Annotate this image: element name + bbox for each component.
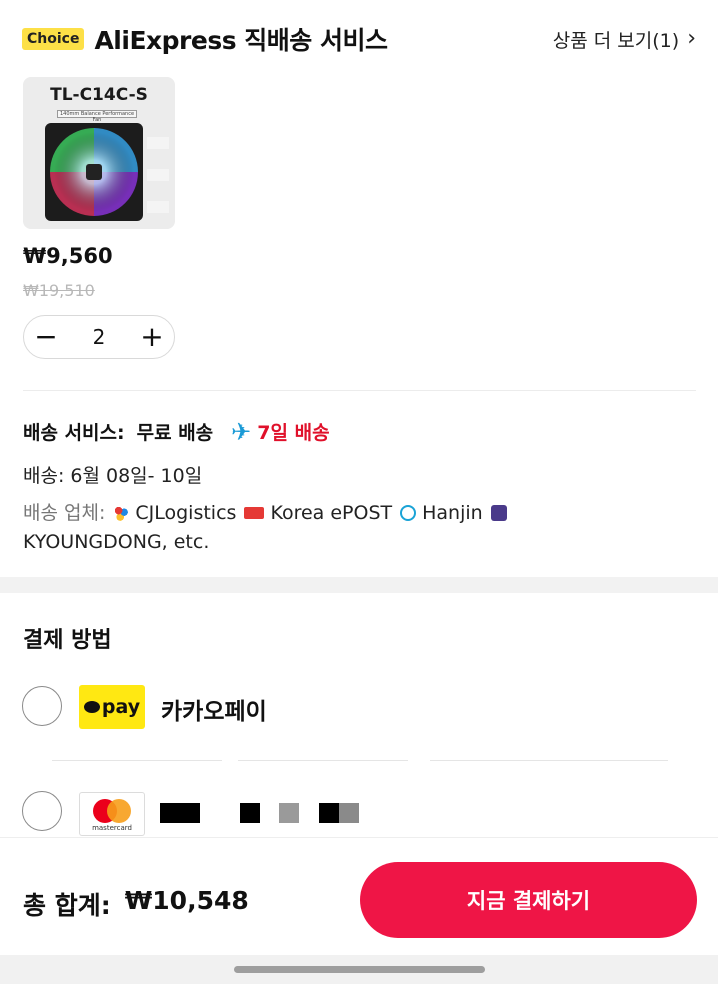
chat-bubble-icon bbox=[83, 701, 100, 713]
kakaopay-label[interactable]: 카카오페이 bbox=[161, 692, 267, 726]
divider bbox=[52, 760, 222, 761]
masked-card-number bbox=[339, 803, 359, 823]
shipping-service-row: 배송 서비스: 무료 배송 ✈ 7일 배송 bbox=[23, 418, 330, 445]
section-separator bbox=[0, 577, 718, 593]
kakaopay-logo: pay bbox=[79, 685, 145, 729]
delivery-date: 배송: 6월 08일- 10일 bbox=[23, 465, 203, 487]
decrement-button[interactable]: − bbox=[34, 323, 58, 351]
choice-badge: Choice bbox=[22, 28, 85, 50]
masked-card-number bbox=[240, 803, 260, 823]
mastercard-orange-circle bbox=[107, 799, 131, 823]
carrier-name: CJLogistics bbox=[135, 502, 237, 524]
shipping-service-label: 배송 서비스: bbox=[23, 422, 125, 444]
masked-card-number bbox=[279, 803, 299, 823]
kakaopay-logo-text: pay bbox=[101, 696, 141, 718]
product-subtitle-text: 140mm Balance Performance Fan bbox=[57, 110, 137, 123]
korea-post-icon bbox=[244, 507, 265, 519]
total-label: 총 합계: bbox=[23, 891, 111, 920]
divider bbox=[238, 760, 408, 761]
product-model-text: TL-C14C-S bbox=[50, 85, 148, 105]
divider bbox=[23, 390, 696, 391]
hanjin-icon bbox=[400, 505, 417, 521]
increment-button[interactable]: + bbox=[140, 323, 164, 351]
store-header: Choice AliExpress 직배송 서비스 상품 더 보기(1) › bbox=[22, 22, 696, 56]
divider bbox=[430, 760, 668, 761]
carriers-label: 배송 업체: bbox=[23, 502, 106, 524]
home-gesture-handle[interactable] bbox=[234, 966, 485, 973]
mastercard-logo-text: mastercard bbox=[92, 824, 132, 832]
masked-card-number bbox=[319, 803, 339, 823]
order-total: 총 합계: ₩10,548 bbox=[23, 886, 249, 922]
cj-logistics-icon bbox=[113, 505, 130, 521]
carriers-list: 배송 업체: CJLogistics Korea ePOST Hanjin KYOUNG… bbox=[23, 499, 643, 557]
quantity-value: 2 bbox=[92, 325, 106, 349]
carrier-name: Hanjin bbox=[422, 502, 483, 524]
carrier-name: KYOUNGDONG, etc. bbox=[23, 531, 210, 553]
more-products-label: 상품 더 보기(1) bbox=[552, 29, 680, 52]
carrier-name: Korea ePOST bbox=[270, 502, 393, 524]
shipping-service-value: 무료 배송 bbox=[136, 422, 214, 444]
kyoungdong-icon bbox=[490, 505, 507, 521]
store-title: AliExpress 직배송 서비스 bbox=[94, 26, 388, 55]
airplane-icon: ✈ bbox=[231, 417, 252, 446]
product-price: ₩9,560 bbox=[23, 244, 113, 268]
mastercard-logo: mastercard bbox=[79, 792, 145, 836]
masked-card-number bbox=[160, 803, 200, 823]
payment-method-title: 결제 방법 bbox=[23, 628, 112, 653]
kakaopay-radio[interactable] bbox=[22, 686, 62, 726]
quantity-stepper: − 2 + bbox=[23, 315, 175, 359]
total-amount: ₩10,548 bbox=[124, 886, 249, 915]
more-products-link[interactable]: 상품 더 보기(1) › bbox=[553, 26, 696, 53]
fast-delivery-label: 7일 배송 bbox=[257, 422, 330, 444]
product-image[interactable]: TL-C14C-S 140mm Balance Performance Fan bbox=[23, 77, 175, 229]
chevron-right-icon: › bbox=[687, 26, 696, 51]
original-price: ₩19,510 bbox=[23, 281, 95, 300]
card-radio[interactable] bbox=[22, 791, 62, 831]
pay-now-button[interactable]: 지금 결제하기 bbox=[360, 862, 697, 938]
